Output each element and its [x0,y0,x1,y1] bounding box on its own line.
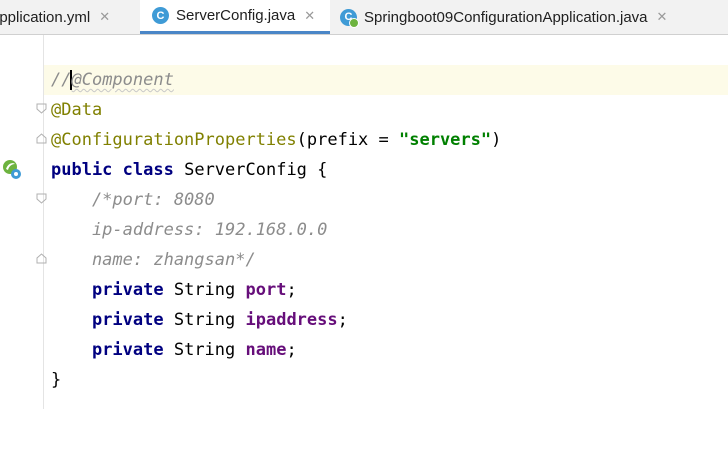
spring-boot-class-icon: C [340,8,359,28]
editor-gutter [0,35,47,409]
keyword-private: private [91,340,164,360]
semicolon: ; [337,310,348,330]
keyword-private: private [91,280,164,300]
semicolon: ; [286,340,297,360]
annotation-args: (prefix = [296,130,399,150]
close-icon[interactable]: ✕ [304,8,315,24]
type-name: String [163,310,246,330]
block-comment-line: ip-address: 192.168.0.0 [51,220,328,240]
code-line-8: private String port; [44,275,728,305]
java-class-icon: C [152,7,169,24]
tab-label: Springboot09ConfigurationApplication.jav… [364,8,648,26]
semicolon: ; [286,280,297,300]
keyword-private: private [91,310,164,330]
editor-tab-bar: application.yml ✕ C ServerConfig.java ✕ … [0,0,728,35]
code-line-9: private String ipaddress; [44,305,728,335]
code-line-10: private String name; [44,335,728,365]
paren-close: ) [491,130,502,150]
code-line-11: } [44,365,728,395]
field-port: port [245,280,287,300]
code-line-7: name: zhangsan*/ [44,245,728,275]
keyword-public: public [51,160,113,180]
tab-label: ServerConfig.java [176,7,296,24]
code-line-1: //@Component [44,65,728,95]
class-declaration: ServerConfig { [173,160,328,180]
code-line-2: @Data [44,95,728,125]
field-name: name [245,340,287,360]
tab-application-yml[interactable]: application.yml ✕ [0,0,110,34]
tab-label: application.yml [0,8,91,26]
code-line-6: ip-address: 192.168.0.0 [44,215,728,245]
keyword-class: class [122,160,174,180]
closing-brace: } [51,370,62,390]
code-line-5: /*port: 8080 [44,185,728,215]
type-name: String [163,340,246,360]
code-line-4: public class ServerConfig { [44,155,728,185]
spring-bean-gutter-icon[interactable] [2,158,22,180]
code-editor[interactable]: //@Component @Data @ConfigurationPropert… [44,35,728,409]
tab-springboot-application-java[interactable]: C Springboot09ConfigurationApplication.j… [340,0,667,34]
string-literal: "servers" [399,130,492,150]
tab-serverconfig-java[interactable]: C ServerConfig.java ✕ [140,0,330,34]
type-name: String [163,280,246,300]
block-comment-line: name: zhangsan*/ [51,250,256,270]
field-ipaddress: ipaddress [245,310,338,330]
block-comment-line: /*port: 8080 [51,190,215,210]
close-icon[interactable]: ✕ [657,9,668,25]
comment-slashes: // [51,70,72,90]
close-icon[interactable]: ✕ [99,9,110,25]
commented-annotation: @Component [71,70,174,90]
code-line-3: @ConfigurationProperties(prefix = "serve… [44,125,728,155]
annotation-data: @Data [51,100,103,120]
annotation-configuration-properties: @ConfigurationProperties [51,130,297,150]
